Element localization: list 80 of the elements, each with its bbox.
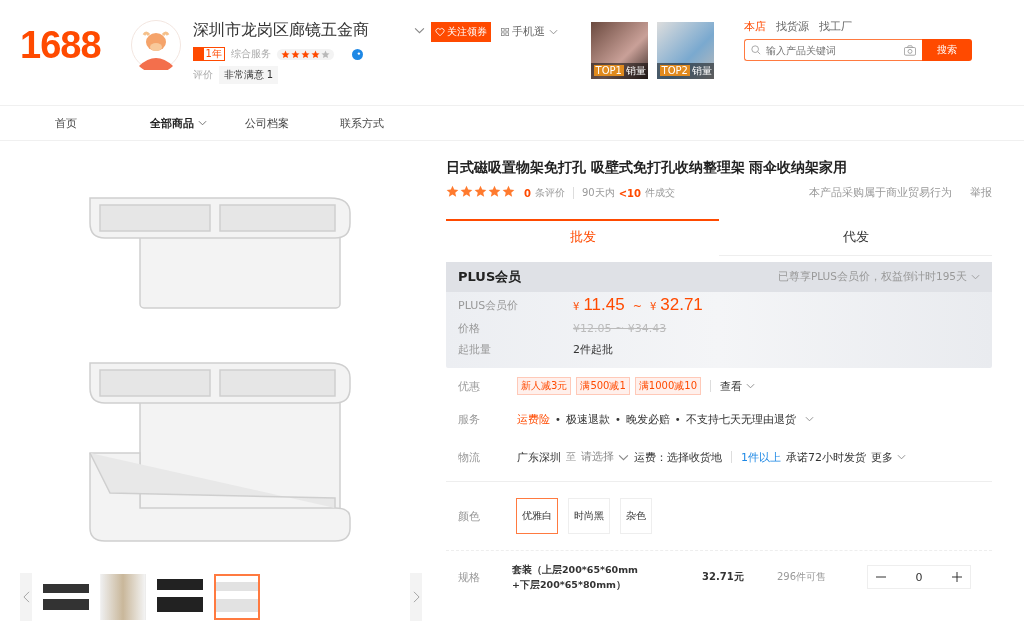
- trade-notice: 本产品采购属于商业贸易行为: [809, 186, 952, 200]
- purchase-mode-tab[interactable]: 代发: [719, 219, 992, 256]
- color-label: 颜色: [457, 508, 481, 524]
- spec-stock: 296件可售: [777, 570, 828, 584]
- more-link[interactable]: 更多: [871, 449, 906, 465]
- thumbnail-photo-placeholder[interactable]: [214, 574, 260, 620]
- shipping-fee: 运费：选择收货地: [634, 449, 722, 465]
- nav-tab[interactable]: 首页: [55, 115, 150, 131]
- service-label: 服务: [457, 411, 481, 427]
- currency-symbol: ¥: [573, 301, 580, 312]
- to-label: 至: [566, 450, 576, 464]
- bullet-separator: •: [555, 413, 561, 425]
- service-item: 不支持七天无理由退货: [685, 411, 796, 427]
- spec-name: 套装（上层200*65*60mm +下层200*65*80mm）: [512, 563, 639, 592]
- coupon-label: 优惠: [457, 378, 481, 394]
- heart-icon[interactable]: [434, 27, 445, 37]
- review-count: 0: [524, 187, 531, 199]
- service-label: 综合服务: [230, 47, 271, 61]
- search-scope-tab[interactable]: 本店: [743, 20, 766, 34]
- grid-icon[interactable]: [500, 28, 509, 36]
- top-product-card[interactable]: TOP1 销量: [590, 22, 648, 79]
- chevron-down-icon[interactable]: [971, 274, 980, 280]
- search-scope-tab[interactable]: 找货源: [775, 20, 809, 34]
- mobile-link[interactable]: 手机逛: [500, 25, 558, 39]
- nav-tab[interactable]: 全部商品: [150, 115, 245, 131]
- chevron-down-icon[interactable]: [618, 453, 629, 461]
- chevron-down-icon[interactable]: [746, 383, 755, 389]
- sales-count: <10: [618, 187, 641, 199]
- chevron-down-icon[interactable]: [548, 29, 558, 35]
- nav-tab[interactable]: 联系方式: [340, 115, 435, 131]
- search-icon: [750, 45, 761, 55]
- chevron-down-icon[interactable]: [413, 27, 425, 34]
- chevron-down-icon[interactable]: [804, 416, 814, 422]
- shipping-insurance: 运费险: [517, 411, 550, 427]
- plus-icon[interactable]: [952, 572, 962, 582]
- camera-icon[interactable]: [903, 44, 916, 56]
- quantity-value[interactable]: 0: [915, 570, 923, 584]
- quantity-stepper[interactable]: 0: [867, 565, 971, 589]
- service-item: 晚发必赔: [625, 411, 670, 427]
- color-option[interactable]: 优雅白: [516, 498, 558, 534]
- chevron-down-icon[interactable]: [198, 120, 207, 126]
- thumbnail-photo-placeholder[interactable]: [100, 574, 146, 620]
- plus-title: PLUS会员: [458, 268, 522, 286]
- shop-avatar-icon: [130, 20, 181, 70]
- sales-label: 件成交: [645, 186, 675, 200]
- shop-name[interactable]: 深圳市龙岗区廊镜五金商: [192, 20, 369, 41]
- nav-tab[interactable]: 公司档案: [245, 115, 340, 131]
- rating-value: 非常满意 1: [218, 66, 279, 84]
- logistics-label: 物流: [457, 449, 481, 465]
- color-option[interactable]: 杂色: [620, 498, 652, 534]
- currency-symbol: ¥: [649, 301, 657, 312]
- spec-price: 32.71元: [702, 570, 745, 584]
- original-price: ¥12.05 ~ ¥34.43: [573, 322, 667, 335]
- review-label: 条评价: [534, 186, 565, 200]
- member-price-label: PLUS会员价: [458, 297, 520, 313]
- bullet-separator: •: [674, 413, 681, 425]
- moq-label: 起批量: [458, 342, 492, 357]
- product-title: 日式磁吸置物架免打孔 吸壁式免打孔收纳整理架 雨伞收纳架家用: [446, 159, 849, 177]
- top-product-card[interactable]: TOP2 销量: [656, 22, 714, 79]
- search-scope-tab[interactable]: 找工厂: [818, 20, 852, 34]
- destination-select[interactable]: 请选择: [581, 450, 629, 464]
- membership-years-badge: 1年: [192, 47, 225, 61]
- spec-label: 规格: [457, 569, 481, 585]
- view-coupons-link[interactable]: 查看: [720, 378, 755, 394]
- delivery-promise: 承诺72小时发货: [786, 449, 866, 465]
- color-option[interactable]: 时尚黑: [568, 498, 610, 534]
- search-box[interactable]: 输入产品关键词: [743, 39, 922, 61]
- price-separator: ~: [632, 300, 642, 313]
- service-item: 极速退款: [565, 411, 610, 427]
- sales-period: 90天内: [581, 186, 615, 200]
- price-low: 11.45: [583, 295, 625, 315]
- price-label: 价格: [458, 321, 481, 336]
- chat-icon[interactable]: [351, 48, 363, 60]
- chevron-down-icon[interactable]: [897, 454, 906, 460]
- bullet-separator: •: [614, 413, 621, 425]
- quantity-threshold: 1件以上: [741, 449, 781, 465]
- rating-label: 评价: [192, 68, 213, 82]
- price-high: 32.71: [660, 295, 703, 315]
- moq-value: 2件起批: [573, 342, 613, 357]
- ship-from: 广东深圳: [517, 449, 561, 465]
